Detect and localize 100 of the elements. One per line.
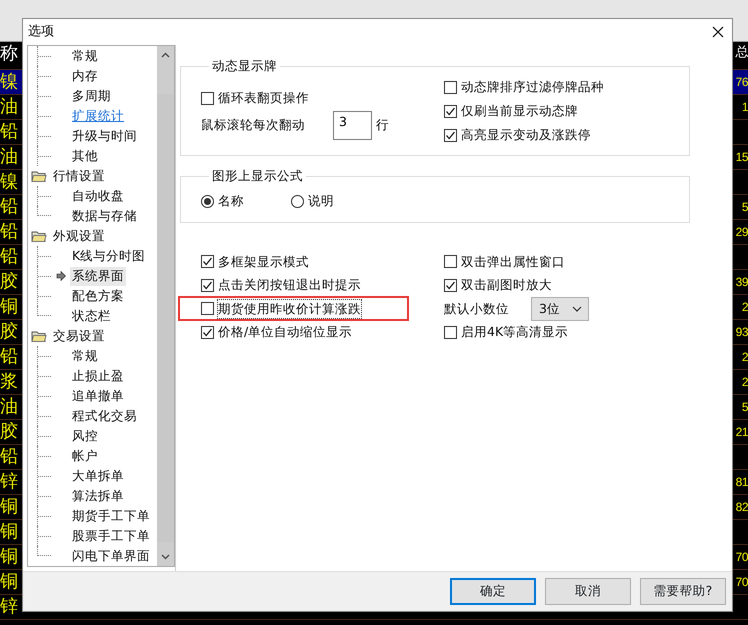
- tree-item[interactable]: 扩展统计: [70, 106, 126, 126]
- tree-item[interactable]: 追单撤单: [70, 386, 126, 406]
- tree-item[interactable]: K线与分时图: [70, 246, 148, 266]
- dialog-button[interactable]: 需要帮助?: [640, 578, 726, 606]
- table-cell-text: 70: [736, 574, 748, 591]
- radio-label[interactable]: 名称: [218, 192, 244, 211]
- tree-item[interactable]: 配色方案: [70, 286, 126, 306]
- table-cell: 浆: [0, 370, 18, 394]
- table-cell: 胶: [0, 420, 18, 444]
- checkbox-label[interactable]: 多框架显示模式: [218, 252, 309, 272]
- tree-item[interactable]: 常规: [70, 46, 100, 66]
- tree-item[interactable]: 程式化交易: [70, 406, 139, 426]
- dialog-button[interactable]: 确定: [450, 578, 536, 606]
- table-cell: 铅: [0, 245, 18, 269]
- column-header: 称: [0, 42, 18, 66]
- table-cell: 镍: [0, 70, 18, 94]
- table-cell-text: 21: [736, 424, 748, 441]
- checkbox-label[interactable]: 启用4K等高清显示: [461, 323, 568, 342]
- radio-button[interactable]: [291, 194, 304, 208]
- checkbox-label[interactable]: 双击副图时放大: [461, 276, 552, 295]
- tree-item[interactable]: 闪电下单界面: [70, 546, 152, 566]
- radio-button[interactable]: [201, 194, 214, 208]
- tree-folder[interactable]: 外观设置: [51, 226, 107, 246]
- table-cell-text: 70: [736, 549, 748, 566]
- table-cell: 油: [0, 95, 18, 119]
- table-cell-text: 5: [742, 399, 748, 416]
- tree-item[interactable]: 常规: [70, 346, 100, 366]
- table-cell-text: 39: [736, 274, 748, 291]
- table-cell: 铜: [0, 570, 18, 594]
- column-header: 总: [736, 43, 748, 61]
- checkbox-label[interactable]: 价格/单位自动缩位显示: [218, 323, 352, 342]
- tree-item[interactable]: 内存: [70, 66, 100, 86]
- table-cell: 油: [0, 145, 18, 169]
- table-cell-text: 81: [736, 474, 748, 491]
- checkbox[interactable]: [201, 278, 214, 292]
- table-cell: 铅: [0, 220, 18, 244]
- tree-item[interactable]: 数据与存储: [70, 206, 139, 226]
- tree-item[interactable]: 止损止盈: [70, 366, 126, 386]
- table-cell: 镍: [0, 170, 18, 194]
- table-cell: 胶: [0, 270, 18, 294]
- tree-item[interactable]: 风控: [70, 426, 100, 446]
- tree-item[interactable]: 大单拆单: [70, 466, 126, 486]
- checkbox-label[interactable]: 循环表翻页操作: [218, 88, 309, 108]
- dialog-button[interactable]: 取消: [545, 578, 631, 606]
- table-cell-text: 5: [742, 199, 748, 216]
- table-cell-text: 93: [736, 324, 748, 341]
- checkbox[interactable]: [201, 255, 214, 268]
- checkbox-label[interactable]: 点击关闭按钮退出时提示: [218, 276, 361, 295]
- checkbox-label[interactable]: 动态牌排序过滤停牌品种: [461, 78, 604, 97]
- table-cell: 铜: [0, 545, 18, 569]
- checkbox[interactable]: [201, 326, 214, 339]
- field-label: 鼠标滚轮每次翻动: [201, 116, 305, 134]
- unit-label: 行: [376, 116, 389, 134]
- tree-item[interactable]: 帐户: [70, 446, 100, 466]
- group-title: 动态显示牌: [211, 59, 278, 74]
- table-cell: 铅: [0, 195, 18, 219]
- table-cell: 锌: [0, 470, 18, 494]
- checkbox[interactable]: [444, 128, 457, 142]
- radio-label[interactable]: 说明: [308, 192, 334, 211]
- table-cell: 铅: [0, 120, 18, 144]
- table-cell-text: 15: [736, 149, 748, 166]
- window-title: 选项: [28, 23, 54, 42]
- table-cell-text: 2: [742, 299, 748, 316]
- table-cell: 锌: [0, 595, 18, 619]
- tree-folder[interactable]: 交易设置: [51, 326, 107, 346]
- field-label: 默认小数位: [444, 300, 509, 318]
- table-cell: 铅: [0, 445, 18, 469]
- checkbox[interactable]: [444, 255, 457, 268]
- tree-item[interactable]: 多周期: [70, 86, 113, 106]
- decimal-dropdown[interactable]: 3位: [531, 296, 589, 321]
- number-field[interactable]: 3: [333, 111, 372, 140]
- tree-item[interactable]: 股票手工下单: [70, 526, 152, 546]
- checkbox[interactable]: [444, 278, 457, 292]
- table-cell: 铜: [0, 520, 18, 544]
- checkbox[interactable]: [444, 80, 457, 94]
- table-cell: 铅: [0, 345, 18, 369]
- checkbox[interactable]: [444, 326, 457, 339]
- table-cell: 铜: [0, 495, 18, 519]
- group-title: 图形上显示公式: [211, 169, 304, 184]
- tree-item[interactable]: 算法拆单: [70, 486, 126, 506]
- tree-item[interactable]: 自动收盘: [70, 186, 126, 206]
- checkbox[interactable]: [444, 104, 457, 118]
- tree-folder[interactable]: 行情设置: [51, 166, 107, 186]
- tree-item[interactable]: 系统界面: [70, 266, 126, 286]
- close-icon[interactable]: [712, 26, 724, 38]
- chevron-icon: [572, 306, 582, 312]
- checkbox-label[interactable]: 仅刷当前显示动态牌: [461, 102, 578, 121]
- tree-item[interactable]: 状态栏: [70, 306, 113, 326]
- checkbox-label[interactable]: 双击弹出属性窗口: [461, 252, 565, 272]
- checkbox-label[interactable]: 期货使用昨收价计算涨跌: [218, 300, 361, 318]
- table-cell-text: 29: [736, 224, 748, 241]
- checkbox-label[interactable]: 高亮显示变动及涨跌停: [461, 126, 591, 145]
- checkbox[interactable]: [201, 302, 214, 316]
- checkbox[interactable]: [201, 92, 214, 105]
- tree-item[interactable]: 其他: [70, 146, 100, 166]
- tree-item[interactable]: 期货手工下单: [70, 506, 152, 526]
- tree-item[interactable]: 升级与时间: [70, 126, 139, 146]
- folder-icon: [31, 330, 47, 343]
- table-cell-text: 2: [742, 374, 748, 391]
- table-cell-text: 76: [736, 74, 748, 91]
